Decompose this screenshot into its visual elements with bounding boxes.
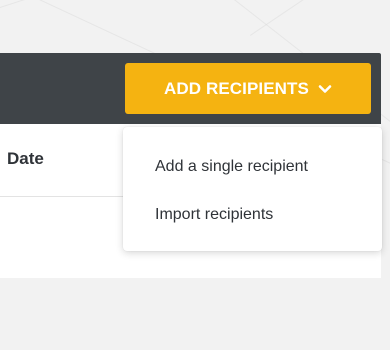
add-recipients-button[interactable]: ADD RECIPIENTS	[125, 63, 371, 114]
menu-item-add-single-recipient[interactable]: Add a single recipient	[123, 145, 382, 189]
background-decor-line	[250, 0, 390, 36]
add-recipients-button-label: ADD RECIPIENTS	[164, 78, 309, 98]
background-decor-line	[0, 0, 390, 21]
chevron-down-icon	[318, 82, 332, 96]
add-recipients-dropdown-menu: Add a single recipient Import recipients	[123, 127, 382, 251]
date-column-header[interactable]: Date	[7, 149, 44, 169]
menu-item-import-recipients[interactable]: Import recipients	[123, 193, 382, 237]
